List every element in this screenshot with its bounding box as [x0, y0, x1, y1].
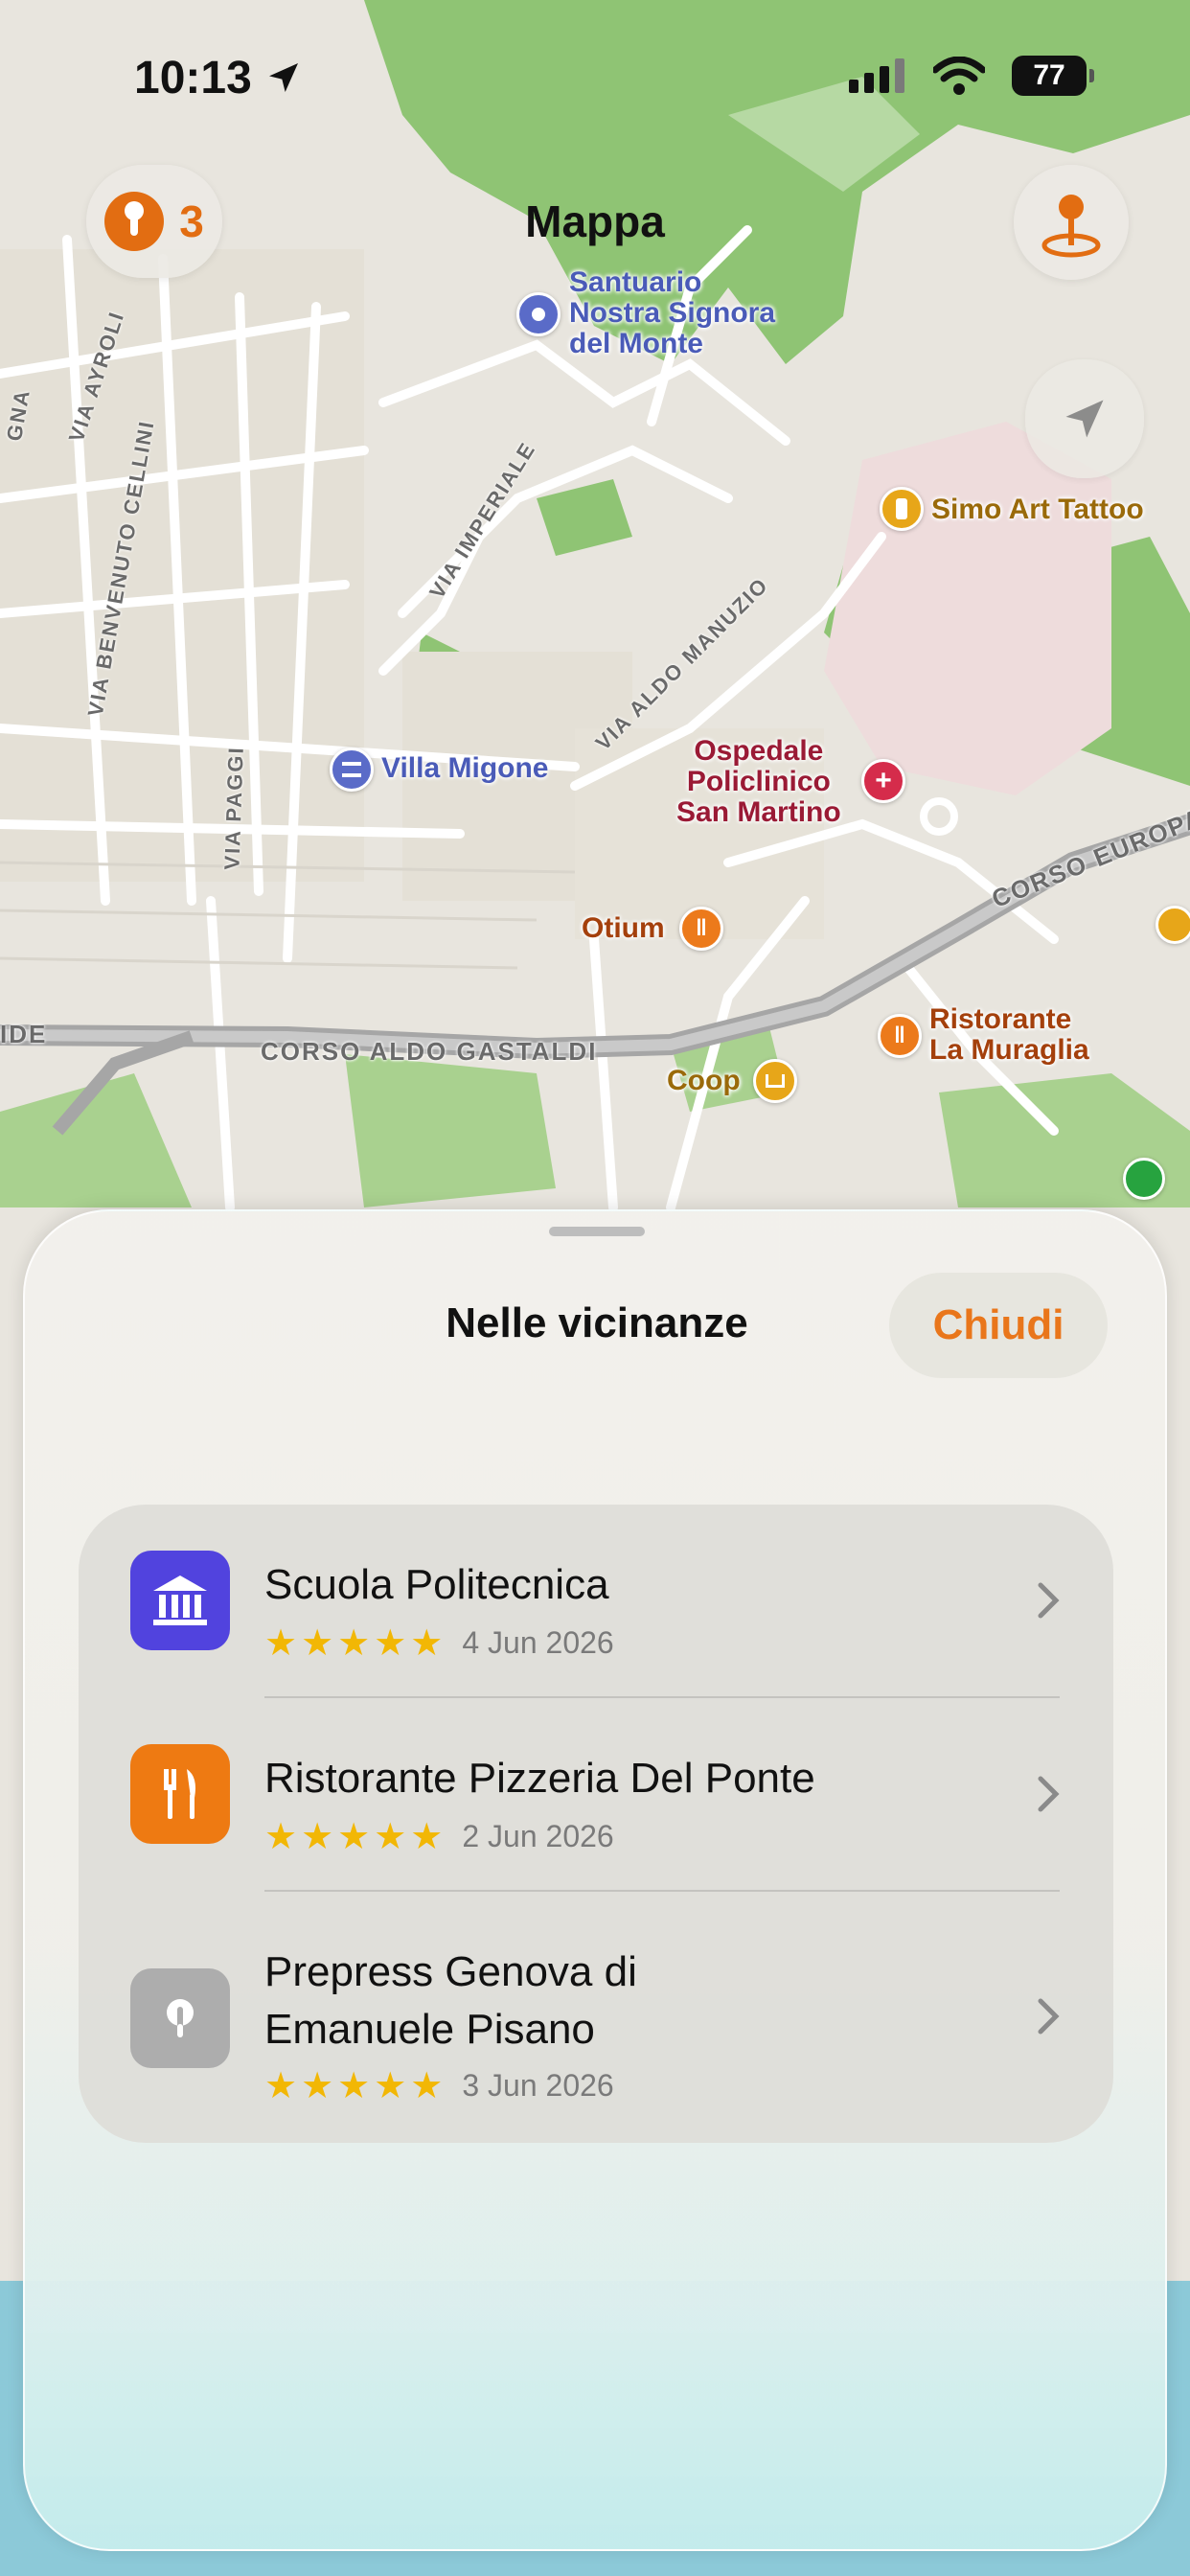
santuario-icon[interactable]: [516, 292, 561, 336]
wifi-icon: [933, 57, 985, 95]
page-title: Mappa: [525, 196, 665, 246]
item-title: Ristorante Pizzeria Del Ponte: [264, 1755, 815, 1802]
battery-indicator: 77: [1012, 56, 1094, 96]
street-label: IDE: [0, 1020, 48, 1048]
chevron-right-icon: [1038, 1998, 1060, 2035]
item-date: 3 Jun 2026: [462, 2068, 614, 2103]
location-arrow-icon: [1065, 400, 1104, 438]
nearby-sheet[interactable]: Nelle vicinanze Chiudi Scuola Politecnic…: [23, 1209, 1167, 2551]
sheet-grabber[interactable]: [549, 1227, 645, 1236]
item-meta: ★★★★★ 2 Jun 2026: [264, 1815, 614, 1858]
shopping-cart-icon[interactable]: [1156, 906, 1190, 944]
item-date: 4 Jun 2026: [462, 1625, 614, 1660]
villa-migone-label: Villa Migone: [381, 752, 549, 784]
tattoo-icon[interactable]: [880, 487, 924, 531]
simo-art-tattoo-label: Simo Art Tattoo: [931, 494, 1144, 525]
shopping-cart-icon[interactable]: [753, 1059, 797, 1103]
status-icons: 77: [849, 56, 1094, 96]
coop-label: Coop: [667, 1065, 741, 1096]
rating-stars: ★★★★★: [264, 1623, 447, 1664]
ristorante-muraglia-label: Ristorante La Muraglia: [929, 1003, 1089, 1066]
add-pin-button[interactable]: [1014, 165, 1129, 280]
list-item[interactable]: Scuola Politecnica ★★★★★ 4 Jun 2026: [79, 1505, 1113, 1698]
cellular-signal-icon: [849, 58, 904, 93]
item-date: 2 Jun 2026: [462, 1819, 614, 1853]
pin-icon: [130, 1968, 230, 2068]
item-title: Scuola Politecnica: [264, 1561, 609, 1608]
fork-knife-icon[interactable]: ǁ: [679, 907, 723, 951]
item-meta: ★★★★★ 3 Jun 2026: [264, 2064, 614, 2107]
hospital-icon[interactable]: +: [861, 759, 905, 803]
list-item[interactable]: Ristorante Pizzeria Del Ponte ★★★★★ 2 Ju…: [79, 1698, 1113, 1892]
park-icon[interactable]: [1123, 1158, 1165, 1200]
status-time: 10:13: [134, 52, 303, 104]
fork-knife-icon: [130, 1744, 230, 1844]
nearby-list: Scuola Politecnica ★★★★★ 4 Jun 2026 Rist…: [79, 1505, 1113, 2143]
rating-stars: ★★★★★: [264, 2066, 447, 2106]
close-button[interactable]: Chiudi: [889, 1273, 1108, 1378]
museum-icon: [130, 1551, 230, 1650]
item-title: Prepress Genova di Emanuele Pisano: [264, 1948, 637, 2053]
street-label: CORSO ALDO GASTALDI: [261, 1037, 598, 1066]
ospedale-label: Ospedale Policlinico San Martino: [676, 735, 841, 828]
location-arrow-icon: [269, 63, 299, 92]
chevron-right-icon: [1038, 1582, 1060, 1619]
recenter-button[interactable]: [1025, 359, 1144, 478]
otium-label: Otium: [582, 912, 665, 944]
chevron-right-icon: [1038, 1776, 1060, 1812]
villa-migone-icon[interactable]: [330, 748, 374, 792]
street-label: VIA PAGGI: [219, 745, 248, 871]
rating-stars: ★★★★★: [264, 1817, 447, 1857]
map-pin-add-icon: [1041, 195, 1101, 258]
list-item[interactable]: Prepress Genova di Emanuele Pisano ★★★★★…: [79, 1892, 1113, 2143]
item-meta: ★★★★★ 4 Jun 2026: [264, 1622, 614, 1665]
santuario-label: Santuario Nostra Signora del Monte: [569, 266, 776, 359]
fork-knife-icon[interactable]: ǁ: [878, 1014, 922, 1058]
